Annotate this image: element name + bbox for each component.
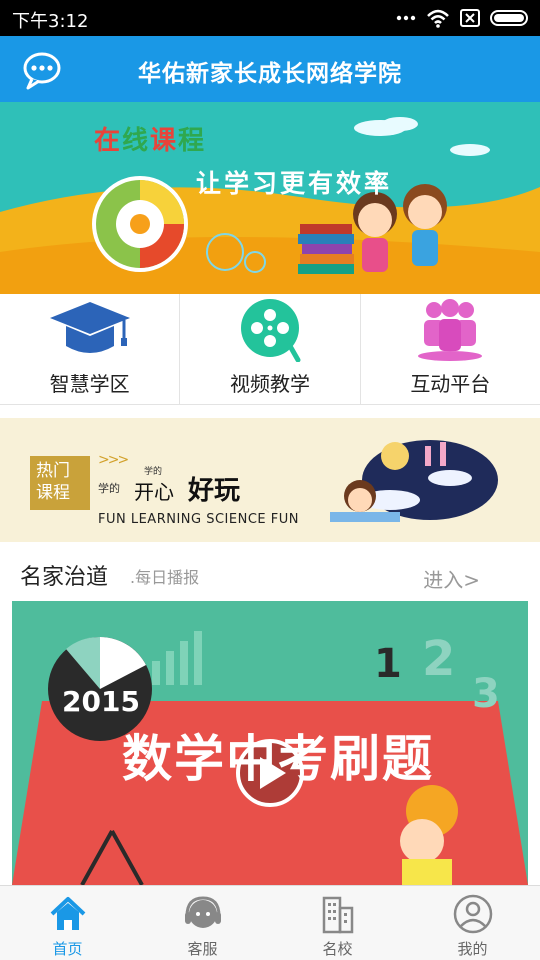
wifi-icon (427, 9, 449, 28)
hot-course-arrows: >>> (98, 452, 129, 468)
hot-course-banner[interactable]: 热门课程 >>> 学的 学的 开心 好玩 FUN LEARNING SCIENC… (0, 418, 540, 542)
status-time: 下午3:12 (12, 11, 89, 32)
status-bar: 下午3:12 (0, 0, 540, 36)
building-icon (322, 896, 353, 934)
quick-links: 智慧学区 视频教学 互动平台 (0, 294, 540, 405)
promo-banner[interactable]: 在线课程 让学习更有效率 (0, 102, 540, 294)
graduation-cap-icon (49, 302, 130, 353)
home-icon (50, 897, 85, 930)
quick-link-smart-district[interactable]: 智慧学区 (0, 294, 181, 404)
banner-headline: 在线课程 (94, 126, 207, 156)
app-header: 华佑新家长成长网络学院 (0, 36, 540, 102)
video-title: 数学中考刷题 (122, 730, 434, 788)
video-digit: 1 (374, 641, 402, 687)
section-header: 名家治道 .每日播报 进入> (0, 556, 540, 596)
film-reel-icon (240, 299, 301, 362)
no-sim-icon (460, 9, 480, 27)
section-enter-link[interactable]: 进入> (423, 564, 480, 593)
user-icon (453, 894, 492, 934)
video-digit: 3 (472, 671, 500, 717)
section-subtitle: .每日播报 (130, 568, 200, 587)
people-group-icon (418, 299, 483, 361)
tab-home[interactable]: 首页 (0, 886, 135, 960)
quick-link-label: 视频教学 (229, 372, 310, 396)
hot-course-english: FUN LEARNING SCIENCE FUN (98, 512, 299, 527)
hot-course-kaixin: 开心 (134, 480, 174, 504)
hot-course-haowan: 好玩 (188, 476, 241, 506)
headset-icon (184, 896, 221, 928)
tab-customer-service[interactable]: 客服 (135, 886, 270, 960)
quick-link-interactive-platform[interactable]: 互动平台 (361, 294, 540, 404)
tab-label: 我的 (457, 940, 488, 958)
hot-course-tag: 热门课程 (30, 456, 90, 510)
quick-link-label: 智慧学区 (49, 372, 130, 396)
quick-link-label: 互动平台 (410, 372, 491, 396)
tab-mine[interactable]: 我的 (405, 886, 540, 960)
video-digit: 2 (422, 631, 456, 687)
tab-label: 名校 (322, 940, 353, 958)
battery-icon (490, 10, 528, 26)
tab-label: 客服 (187, 940, 218, 958)
bottom-tab-bar: 首页 客服 名校 我的 (0, 885, 540, 960)
banner-tagline: 让学习更有效率 (196, 169, 393, 198)
video-year: 2015 (62, 685, 140, 718)
tab-label: 首页 (52, 940, 83, 958)
quick-link-video-teaching[interactable]: 视频教学 (180, 294, 361, 404)
section-title: 名家治道 (20, 565, 109, 590)
hot-course-small-text: 学的 (98, 482, 120, 495)
page-title: 华佑新家长成长网络学院 (138, 61, 402, 87)
tab-famous-schools[interactable]: 名校 (270, 886, 405, 960)
dots-icon (396, 15, 416, 21)
status-icons (396, 8, 530, 28)
video-card[interactable]: 数学中考刷题 2015 1 2 3 (12, 601, 528, 885)
